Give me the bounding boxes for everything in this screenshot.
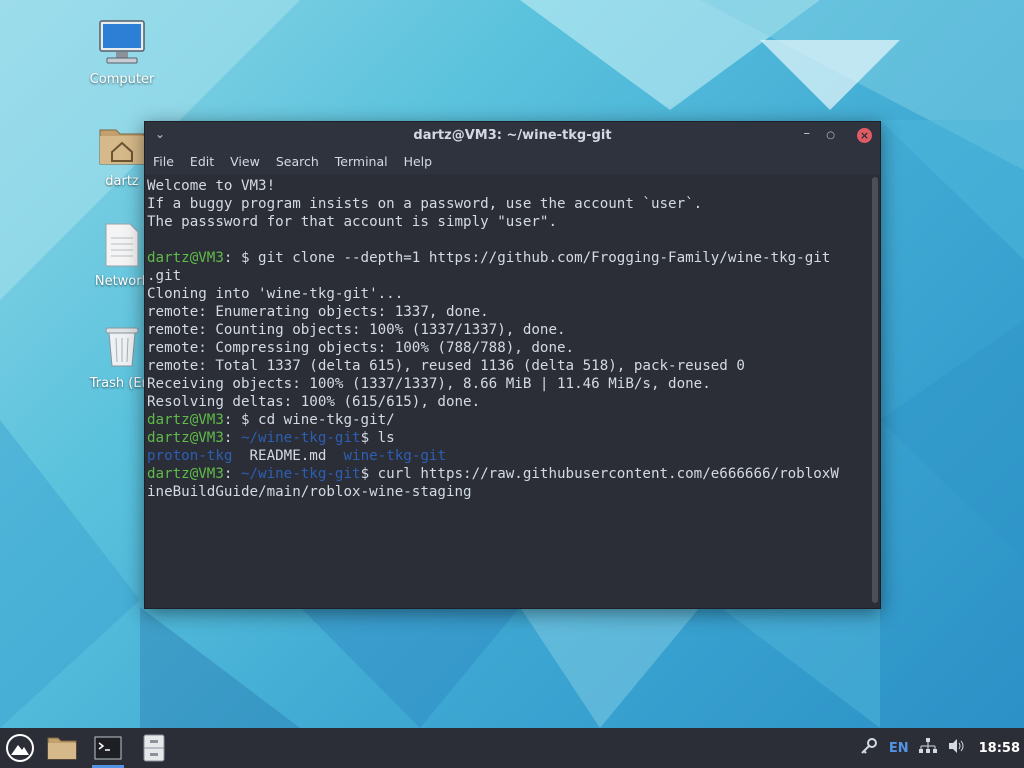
command-text: $ curl https://raw.githubusercontent.com… [360, 466, 839, 482]
terminal-line: .git [147, 268, 182, 284]
archive-task-button[interactable] [136, 730, 172, 766]
start-menu-button[interactable] [2, 730, 38, 766]
terminal-line: remote: Total 1337 (delta 615), reused 1… [147, 358, 745, 374]
prompt-cwd: ~/wine-tkg-git [240, 466, 361, 482]
terminal-line: remote: Compressing objects: 100% (788/7… [147, 340, 575, 356]
command-text: $ git clone --depth=1 https://github.com… [240, 250, 831, 266]
desktop-icon-label: Computer [89, 72, 155, 87]
ls-output-line: proton-tkg README.md wine-tkg-git [147, 447, 866, 465]
prompt-user: dartz@VM3 [147, 430, 224, 446]
trash-icon [105, 327, 139, 367]
terminal-line: Receiving objects: 100% (1337/1337), 8.6… [147, 376, 711, 392]
command-text: $ cd wine-tkg-git/ [240, 412, 395, 428]
minimize-icon[interactable]: – [804, 126, 811, 141]
key-icon[interactable] [859, 736, 879, 760]
terminal-command-line: dartz@VM3: ~/wine-tkg-git$ ls [147, 430, 395, 446]
prompt-cwd: ~/wine-tkg-git [240, 430, 361, 446]
prompt-user: dartz@VM3 [147, 250, 224, 266]
desktop-icon-computer[interactable]: Computer [82, 18, 162, 87]
system-tray: EN 18:58 [859, 728, 1020, 768]
terminal-scrollbar[interactable] [872, 177, 878, 603]
terminal-command-line: dartz@VM3: ~/wine-tkg-git$ curl https://… [147, 466, 839, 482]
menu-edit[interactable]: Edit [190, 150, 221, 174]
terminal-output[interactable]: Welcome to VM3! If a buggy program insist… [146, 175, 866, 608]
terminal-line: ineBuildGuide/main/roblox-wine-staging [147, 484, 472, 500]
prompt-user: dartz@VM3 [147, 412, 224, 428]
menu-view[interactable]: View [230, 150, 267, 174]
menu-search[interactable]: Search [276, 150, 326, 174]
computer-icon [99, 20, 145, 64]
volume-icon[interactable] [947, 737, 965, 759]
terminal-line: remote: Enumerating objects: 1337, done. [147, 304, 489, 320]
folder-icon [47, 737, 77, 760]
file-manager-launcher[interactable] [44, 730, 80, 766]
menu-help[interactable]: Help [404, 150, 440, 174]
terminal-window[interactable]: ⌄ dartz@VM3: ~/wine-tkg-git – ○ × File E… [144, 121, 881, 609]
terminal-line: Resolving deltas: 100% (615/615), done. [147, 394, 481, 410]
taskbar: EN 18:58 [0, 728, 1024, 768]
maximize-icon[interactable]: ○ [826, 130, 835, 141]
terminal-command-line: dartz@VM3: $ git clone --depth=1 https:/… [147, 250, 831, 266]
title-bar[interactable]: ⌄ dartz@VM3: ~/wine-tkg-git – ○ × [145, 122, 880, 150]
ls-file: README.md [249, 448, 327, 464]
terminal-line: If a buggy program insists on a password… [147, 196, 703, 212]
keyboard-layout-indicator[interactable]: EN [889, 741, 909, 756]
distro-logo-icon [6, 734, 34, 762]
close-icon[interactable]: × [857, 128, 872, 143]
ls-directory: proton-tkg [147, 448, 233, 464]
terminal-command-line: dartz@VM3: $ cd wine-tkg-git/ [147, 412, 395, 428]
terminal-line: Welcome to VM3! [147, 178, 276, 194]
menu-file[interactable]: File [153, 150, 181, 174]
menu-terminal[interactable]: Terminal [335, 150, 395, 174]
window-title: dartz@VM3: ~/wine-tkg-git [413, 128, 612, 143]
file-cabinet-icon [143, 734, 165, 762]
terminal-icon [94, 736, 122, 760]
terminal-line: remote: Counting objects: 100% (1337/133… [147, 322, 566, 338]
clock[interactable]: 18:58 [979, 741, 1020, 756]
network-icon[interactable] [918, 737, 937, 759]
ls-directory: wine-tkg-git [343, 448, 446, 464]
command-text: $ ls [360, 430, 395, 446]
home-folder-icon [99, 129, 145, 165]
prompt-user: dartz@VM3 [147, 466, 224, 482]
document-icon [105, 223, 139, 267]
terminal-line: Cloning into 'wine-tkg-git'... [147, 286, 404, 302]
terminal-line: The passsword for that account is simply… [147, 214, 557, 230]
terminal-task-button[interactable] [90, 730, 126, 768]
menu-bar: File Edit View Search Terminal Help [145, 150, 880, 174]
